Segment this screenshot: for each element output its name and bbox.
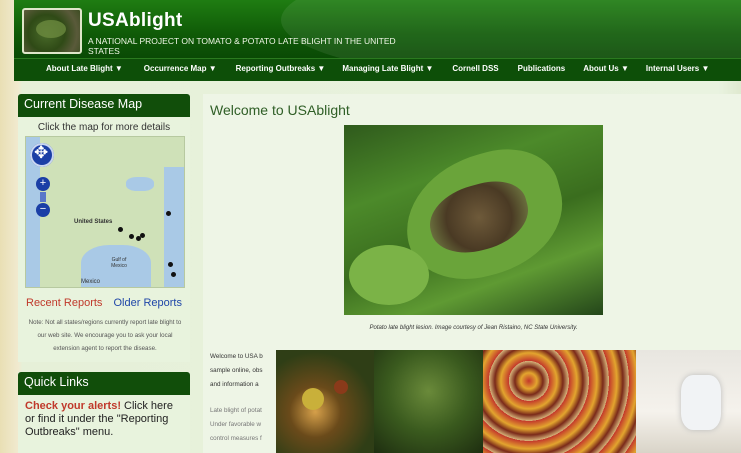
outbreak-marker[interactable]: [118, 227, 123, 232]
outbreak-marker[interactable]: [166, 211, 171, 216]
site-title[interactable]: USAblight: [88, 10, 183, 32]
report-links: Recent Reports Older Reports: [18, 297, 190, 309]
intro-text-line: and information a: [210, 381, 259, 388]
page-title: Welcome to USAblight: [210, 102, 350, 118]
map-label-gulf: Gulf of Mexico: [111, 257, 127, 269]
quick-links-text: Check your alerts! Click here or find it…: [18, 395, 190, 444]
photo-tomato-blight: [276, 350, 374, 453]
disease-map-box: Current Disease Map Click the map for mo…: [18, 94, 190, 362]
quick-links-box: Quick Links Check your alerts! Click her…: [18, 372, 190, 453]
nav-internal-users[interactable]: Internal Users ▼: [646, 59, 710, 79]
check-alerts-link[interactable]: Check your alerts!: [25, 400, 121, 412]
nav-cornell-dss[interactable]: Cornell DSS: [452, 59, 498, 79]
map-zoom-out-icon[interactable]: −: [36, 203, 50, 217]
map-caption: Click the map for more details: [37, 122, 171, 133]
nav-about-us[interactable]: About Us ▼: [583, 59, 629, 79]
site-tagline: A National Project on Tomato & Potato La…: [88, 36, 396, 56]
map-zoom-in-icon[interactable]: +: [36, 177, 50, 191]
photo-lab-pipette: [636, 350, 741, 453]
quick-links-heading: Quick Links: [18, 372, 190, 395]
map-label-us: United States: [74, 219, 113, 225]
hero-caption: Potato late blight lesion. Image courtes…: [369, 325, 578, 331]
map-label-mexico: Mexico: [81, 279, 101, 285]
nav-publications[interactable]: Publications: [518, 59, 566, 79]
recent-reports-link[interactable]: Recent Reports: [26, 297, 102, 309]
outbreak-marker[interactable]: [129, 234, 134, 239]
hero-image-potato-leaf: [344, 125, 603, 315]
map-note: Note: Not all states/regions currently r…: [28, 319, 182, 352]
photo-potato-varieties: [483, 350, 636, 453]
older-reports-link[interactable]: Older Reports: [114, 297, 182, 309]
outbreak-marker[interactable]: [168, 262, 173, 267]
main-nav: About Late Blight ▼ Occurrence Map ▼ Rep…: [14, 58, 741, 81]
nav-occurrence-map[interactable]: Occurrence Map ▼: [144, 59, 217, 79]
photo-blighted-foliage: [374, 350, 483, 453]
disease-map-heading: Current Disease Map: [18, 94, 190, 117]
nav-reporting-outbreaks[interactable]: Reporting Outbreaks ▼: [236, 59, 326, 79]
intro-text-line: control measures f: [210, 435, 262, 442]
intro-text-line: Late blight of potat: [210, 407, 262, 414]
intro-text-line: Under favorable w: [210, 421, 262, 428]
outbreak-marker[interactable]: [171, 272, 176, 277]
nav-about-late-blight[interactable]: About Late Blight ▼: [46, 59, 123, 79]
intro-text-line: sample online, obs: [210, 367, 263, 374]
outbreak-marker[interactable]: [140, 233, 145, 238]
site-logo[interactable]: [22, 8, 82, 54]
site-header: USAblight A National Project on Tomato &…: [14, 0, 741, 58]
disease-map[interactable]: United States Mexico Gulf of Mexico + −: [25, 136, 185, 288]
map-zoom-slider[interactable]: [40, 192, 46, 202]
map-pan-control-icon[interactable]: [30, 143, 54, 167]
intro-text-line: Welcome to USA b: [210, 353, 263, 360]
nav-managing-late-blight[interactable]: Managing Late Blight ▼: [342, 59, 433, 79]
